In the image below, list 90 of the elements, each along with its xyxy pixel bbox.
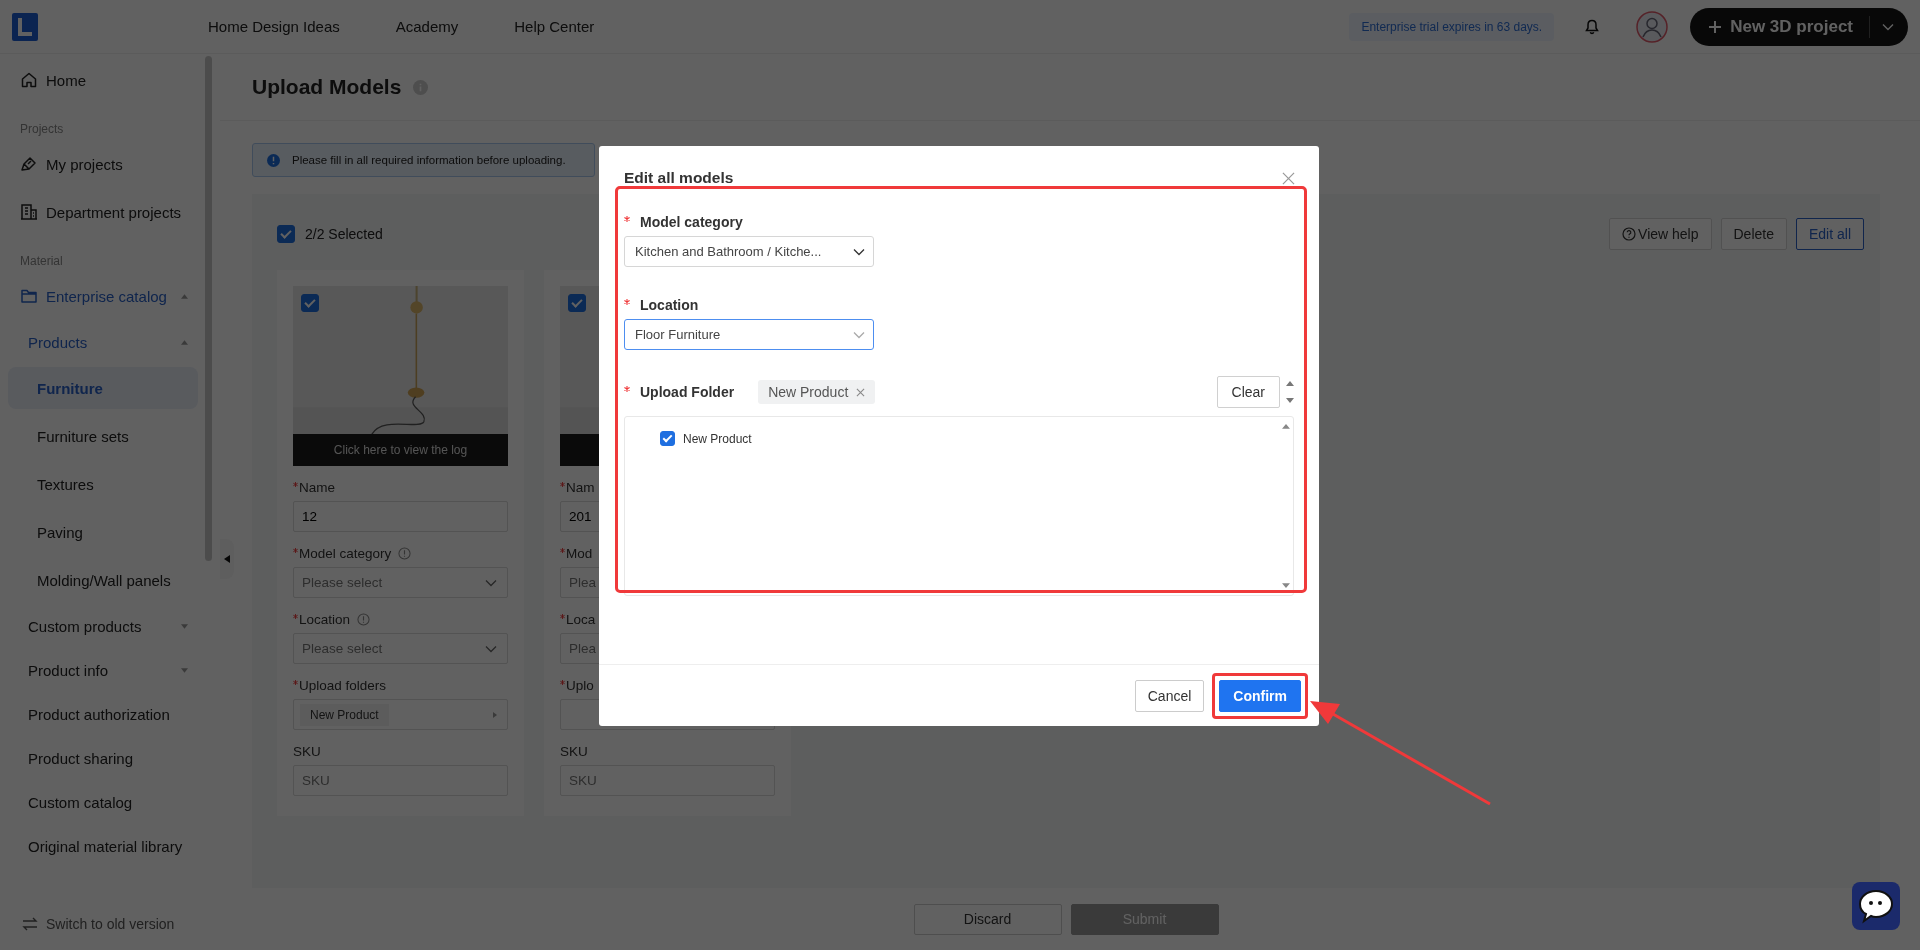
remove-icon[interactable] [856, 387, 866, 397]
field-label: Uplo [566, 678, 594, 693]
close-icon[interactable] [1282, 171, 1295, 185]
sidebar-item[interactable]: Home [0, 56, 198, 104]
field-label: SKU [560, 744, 588, 759]
caret-icon [853, 247, 865, 256]
tree-item[interactable]: New Product [683, 431, 752, 446]
required-icon [293, 614, 298, 619]
folder-icon [20, 287, 38, 305]
select-field[interactable]: Kitchen and Bathroom / Kitche... [624, 236, 874, 267]
field-label: Mod [566, 546, 593, 561]
folder-tag: New Product [758, 380, 876, 404]
sidebar-item[interactable]: Enterprise catalog [0, 272, 198, 320]
page-title: Upload Models [252, 75, 402, 99]
switch-version-link[interactable]: Switch to old version [0, 916, 220, 932]
dialog-title: Edit all models [624, 169, 734, 187]
selection-count: 2/2 Selected [305, 226, 383, 242]
nav-link[interactable]: Home Design Ideas [208, 18, 340, 35]
new-project-button[interactable]: New 3D project [1690, 7, 1908, 46]
sidebar-item[interactable]: Molding/Wall panels [8, 559, 198, 601]
sidebar-item[interactable]: Product authorization [0, 692, 198, 736]
info-icon [398, 547, 412, 560]
checkbox[interactable] [277, 225, 295, 243]
pen-icon [20, 155, 38, 173]
help-button[interactable]: View help [1609, 218, 1712, 250]
checkbox[interactable] [660, 431, 675, 446]
caret-icon [493, 711, 497, 718]
required-icon [560, 614, 565, 619]
field-label: Location [640, 297, 699, 313]
logo-icon [12, 12, 38, 41]
sidebar-item[interactable]: Furniture sets [8, 415, 198, 457]
folder-tag: New Product [300, 703, 389, 726]
required-icon [624, 216, 630, 222]
sidebar-item[interactable]: Furniture [8, 367, 198, 409]
avatar[interactable] [1636, 10, 1669, 43]
home-icon [20, 71, 38, 89]
field-label: Loca [566, 612, 596, 627]
required-icon [560, 548, 565, 553]
toolbar-button[interactable]: Delete [1720, 218, 1787, 250]
chat-icon[interactable] [1852, 882, 1900, 930]
sidebar-item[interactable]: Original material library [0, 824, 198, 868]
field-label: SKU [293, 744, 321, 759]
field-label: Location [299, 612, 351, 627]
toolbar-button[interactable]: Edit all [1795, 218, 1864, 250]
trial-notice: Enterprise trial expires in 63 days. [1349, 12, 1555, 41]
caret-icon [853, 330, 865, 339]
required-icon [560, 680, 565, 685]
sidebar-item[interactable]: Products [0, 320, 198, 364]
caret-icon [1882, 22, 1894, 31]
required-icon [293, 482, 298, 487]
help-icon [1622, 227, 1637, 241]
dialog-button[interactable]: Cancel [1134, 679, 1205, 712]
info-icon [357, 613, 371, 626]
sidebar-item[interactable]: My projects [0, 140, 198, 188]
field-label: Upload Folder [640, 384, 735, 400]
building-icon [20, 203, 38, 221]
sidebar-item[interactable]: Custom catalog [0, 780, 198, 824]
swap-icon [22, 917, 38, 931]
info-icon [267, 153, 280, 167]
sidebar-item[interactable]: Department projects [0, 188, 198, 236]
required-icon [293, 680, 298, 685]
field-label: Model category [640, 214, 743, 230]
folder-field[interactable]: New Product [293, 699, 508, 730]
nav-link[interactable]: Help Center [514, 18, 595, 35]
text-field[interactable]: 12 [293, 501, 508, 532]
required-icon [560, 482, 565, 487]
sidebar-item[interactable]: Paving [8, 511, 198, 553]
log-bar[interactable]: Click here to view the log [293, 434, 508, 466]
dialog-button[interactable]: Confirm [1219, 679, 1301, 712]
required-icon [624, 299, 630, 305]
select-field[interactable]: Floor Furniture [624, 319, 874, 350]
sidebar-item[interactable]: Product sharing [0, 736, 198, 780]
sidebar-item[interactable]: Product info [0, 648, 198, 692]
plus-icon [1708, 19, 1723, 34]
field-label: Model category [299, 546, 392, 561]
bell-icon[interactable] [1584, 18, 1601, 35]
checkbox[interactable] [301, 294, 319, 312]
field-label: Nam [566, 480, 595, 495]
clear-button[interactable]: Clear [1216, 376, 1280, 408]
scroll-arrows-icon[interactable] [1286, 380, 1294, 404]
required-icon [624, 386, 630, 392]
nav-link[interactable]: Academy [395, 18, 459, 35]
field-label: Name [299, 480, 335, 495]
sidebar-item[interactable]: Custom products [0, 604, 198, 648]
required-icon [293, 548, 298, 553]
field-label: Upload folders [299, 678, 387, 693]
form-button[interactable]: Discard [913, 903, 1062, 935]
sidebar-item[interactable]: Textures [8, 463, 198, 505]
alert-text: Please fill in all required information before uploading. [292, 154, 566, 166]
checkbox[interactable] [568, 294, 586, 312]
